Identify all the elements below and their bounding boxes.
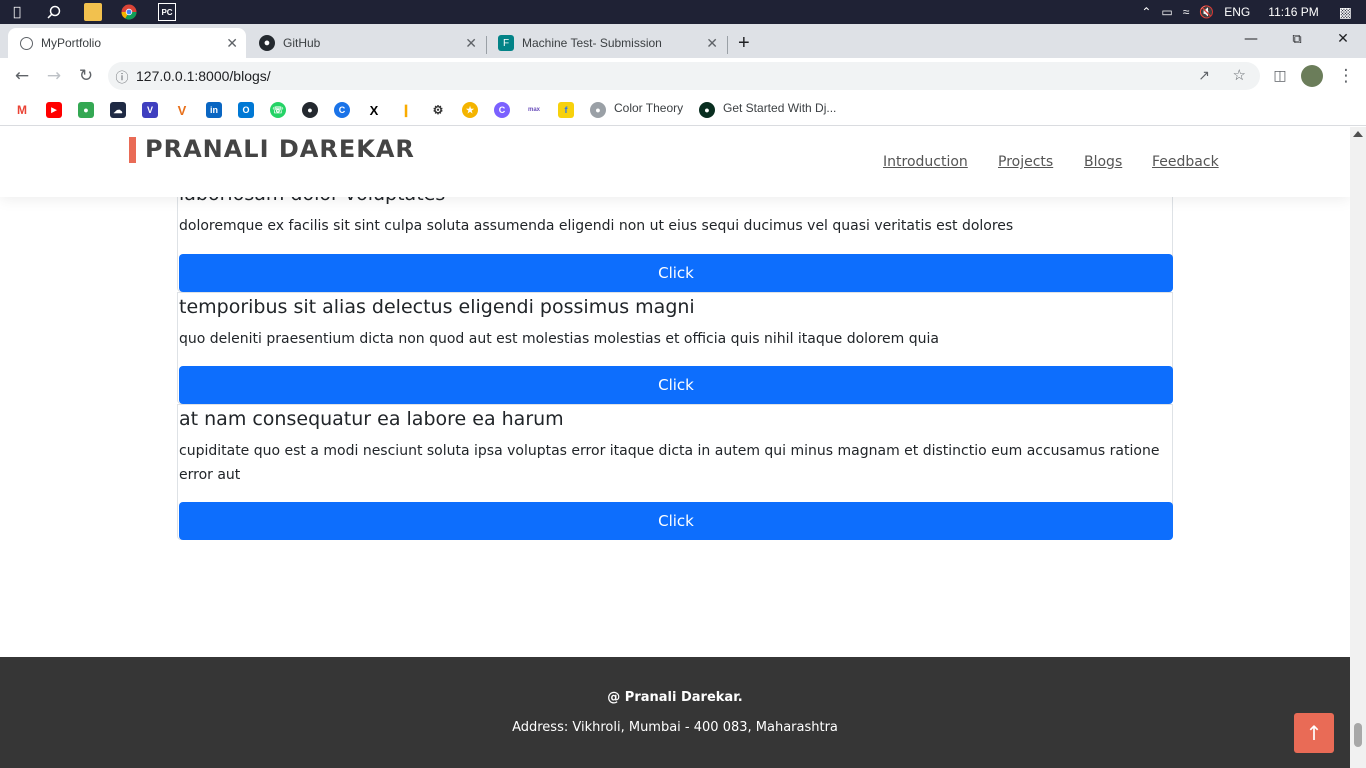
- globe-icon: [20, 36, 33, 50]
- blog-click-button[interactable]: Click: [179, 254, 1173, 292]
- os-taskbar:  PC ⌃ ▭ ≈ 🔇 ENG 11:16 PM ▩: [0, 0, 1366, 24]
- scroll-up-arrow-icon[interactable]: [1353, 131, 1363, 137]
- profile-avatar[interactable]: [1300, 64, 1324, 88]
- blog-card: at nam consequatur ea labore ea harum cu…: [177, 404, 1173, 540]
- tab-separator: [727, 36, 728, 54]
- close-window-button[interactable]: ✕: [1320, 24, 1366, 54]
- blog-click-button[interactable]: Click: [179, 366, 1173, 404]
- forms-icon: F: [498, 35, 514, 51]
- nav-link-blogs[interactable]: Blogs: [1084, 154, 1122, 170]
- analytics-icon[interactable]: ❙: [398, 102, 414, 118]
- chrome-icon[interactable]: [120, 3, 138, 21]
- site-logo[interactable]: PRANALI DAREKAR: [145, 135, 415, 163]
- nav-link-projects[interactable]: Projects: [998, 154, 1053, 170]
- django-icon[interactable]: ●: [699, 102, 715, 118]
- site-header: PRANALI DAREKAR Introduction Projects Bl…: [0, 127, 1350, 197]
- page-viewport: laboriosam dolor voluptates doloremque e…: [0, 127, 1350, 768]
- volume-muted-icon[interactable]: 🔇: [1199, 5, 1214, 19]
- github-bookmark-icon[interactable]: ●: [302, 102, 318, 118]
- back-arrow-icon[interactable]: ←: [10, 64, 34, 88]
- bookmark-get-started-django[interactable]: Get Started With Dj...: [723, 101, 836, 115]
- restore-button[interactable]: ⧉: [1274, 24, 1320, 54]
- c-bookmark-icon[interactable]: C: [334, 102, 350, 118]
- nav-link-feedback[interactable]: Feedback: [1152, 154, 1219, 170]
- outlook-icon[interactable]: O: [238, 102, 254, 118]
- plus-icon: +: [738, 31, 750, 54]
- blog-click-button[interactable]: Click: [179, 502, 1173, 540]
- cloud-icon[interactable]: ☁: [110, 102, 126, 118]
- site-footer: @ Pranali Darekar. Address: Vikhroli, Mu…: [0, 657, 1350, 768]
- whatsapp-icon[interactable]: ☏: [270, 102, 286, 118]
- apple-icon[interactable]: : [8, 3, 26, 21]
- site-info-icon[interactable]: ⓘ: [108, 67, 136, 86]
- scroll-to-top-button[interactable]: ↑: [1294, 713, 1334, 753]
- address-bar[interactable]: ⓘ 127.0.0.1:8000/blogs/ ↗ ☆: [108, 62, 1260, 90]
- logo-accent-bar: [129, 137, 136, 163]
- file-explorer-icon[interactable]: [84, 3, 102, 21]
- bookmarks-bar: M ▶ ● ☁ V V in O ☏ ● C X ❙ ⚙ ★ C max f ●…: [0, 94, 1366, 126]
- chevron-up-icon[interactable]: ⌃: [1141, 5, 1151, 19]
- blog-card: temporibus sit alias delectus eligendi p…: [177, 292, 1173, 404]
- menu-kebab-icon[interactable]: ⋮: [1334, 64, 1358, 88]
- coin-icon[interactable]: ★: [462, 102, 478, 118]
- arrow-up-icon: ↑: [1305, 721, 1323, 745]
- url-text[interactable]: 127.0.0.1:8000/blogs/: [136, 68, 271, 84]
- minimize-button[interactable]: —: [1228, 24, 1274, 54]
- x-bookmark-icon[interactable]: X: [366, 102, 382, 118]
- tab-title: GitHub: [283, 36, 321, 50]
- forward-arrow-icon[interactable]: →: [42, 64, 66, 88]
- tab-myportfolio[interactable]: MyPortfolio ✕: [8, 28, 246, 58]
- footer-address: Address: Vikhroli, Mumbai - 400 083, Mah…: [512, 720, 838, 735]
- close-tab-icon[interactable]: ✕: [465, 35, 477, 52]
- footer-copyright: @ Pranali Darekar.: [607, 690, 743, 705]
- bookmark-color-theory[interactable]: Color Theory: [614, 101, 683, 115]
- new-tab-button[interactable]: +: [732, 28, 762, 58]
- color-theory-icon[interactable]: ●: [590, 102, 606, 118]
- browser-tab-strip: MyPortfolio ✕ ● GitHub ✕ F Machine Test-…: [0, 24, 1366, 70]
- side-panel-icon[interactable]: ◫: [1268, 64, 1292, 88]
- share-icon[interactable]: ↗: [1198, 67, 1210, 84]
- canva-icon[interactable]: C: [494, 102, 510, 118]
- blog-text: quo deleniti praesentium dicta non quod …: [179, 331, 939, 347]
- tab-title: Machine Test- Submission: [522, 36, 662, 50]
- github-icon: ●: [259, 35, 275, 51]
- scrollbar-thumb[interactable]: [1354, 723, 1362, 747]
- close-tab-icon[interactable]: ✕: [706, 35, 718, 52]
- blog-text: doloremque ex facilis sit sint culpa sol…: [179, 218, 1014, 234]
- close-tab-icon[interactable]: ✕: [226, 35, 238, 52]
- tab-machine-test[interactable]: F Machine Test- Submission ✕: [486, 28, 726, 58]
- blog-text: cupiditate quo est a modi nesciunt solut…: [179, 443, 1160, 483]
- page-scrollbar[interactable]: [1350, 127, 1366, 768]
- pycharm-icon[interactable]: PC: [158, 3, 176, 21]
- blog-title: temporibus sit alias delectus eligendi p…: [179, 296, 695, 318]
- linkedin-icon[interactable]: in: [206, 102, 222, 118]
- nav-link-introduction[interactable]: Introduction: [883, 154, 968, 170]
- clock[interactable]: 11:16 PM: [1268, 5, 1318, 19]
- battery-icon[interactable]: ▭: [1161, 5, 1172, 19]
- browser-toolbar: ← → ↻ ⓘ 127.0.0.1:8000/blogs/ ↗ ☆ ◫ ⋮: [0, 58, 1366, 94]
- notifications-icon[interactable]: ▩: [1339, 4, 1352, 21]
- maps-icon[interactable]: ●: [78, 102, 94, 118]
- wifi-icon[interactable]: ≈: [1183, 5, 1190, 19]
- bookmark-icon[interactable]: ⚙: [430, 102, 446, 118]
- reload-icon[interactable]: ↻: [74, 64, 98, 88]
- tab-title: MyPortfolio: [41, 36, 102, 50]
- v-bookmark-icon[interactable]: V: [142, 102, 158, 118]
- blog-title: at nam consequatur ea labore ea harum: [179, 408, 564, 430]
- vue-bookmark-icon[interactable]: V: [174, 102, 190, 118]
- bookmark-star-icon[interactable]: ☆: [1233, 66, 1246, 84]
- language-indicator[interactable]: ENG: [1224, 5, 1250, 19]
- tab-github[interactable]: ● GitHub ✕: [247, 28, 485, 58]
- youtube-icon[interactable]: ▶: [46, 102, 62, 118]
- gmail-icon[interactable]: M: [14, 102, 30, 118]
- flipkart-icon[interactable]: f: [558, 102, 574, 118]
- search-icon[interactable]: [45, 3, 63, 21]
- max-icon[interactable]: max: [526, 102, 542, 118]
